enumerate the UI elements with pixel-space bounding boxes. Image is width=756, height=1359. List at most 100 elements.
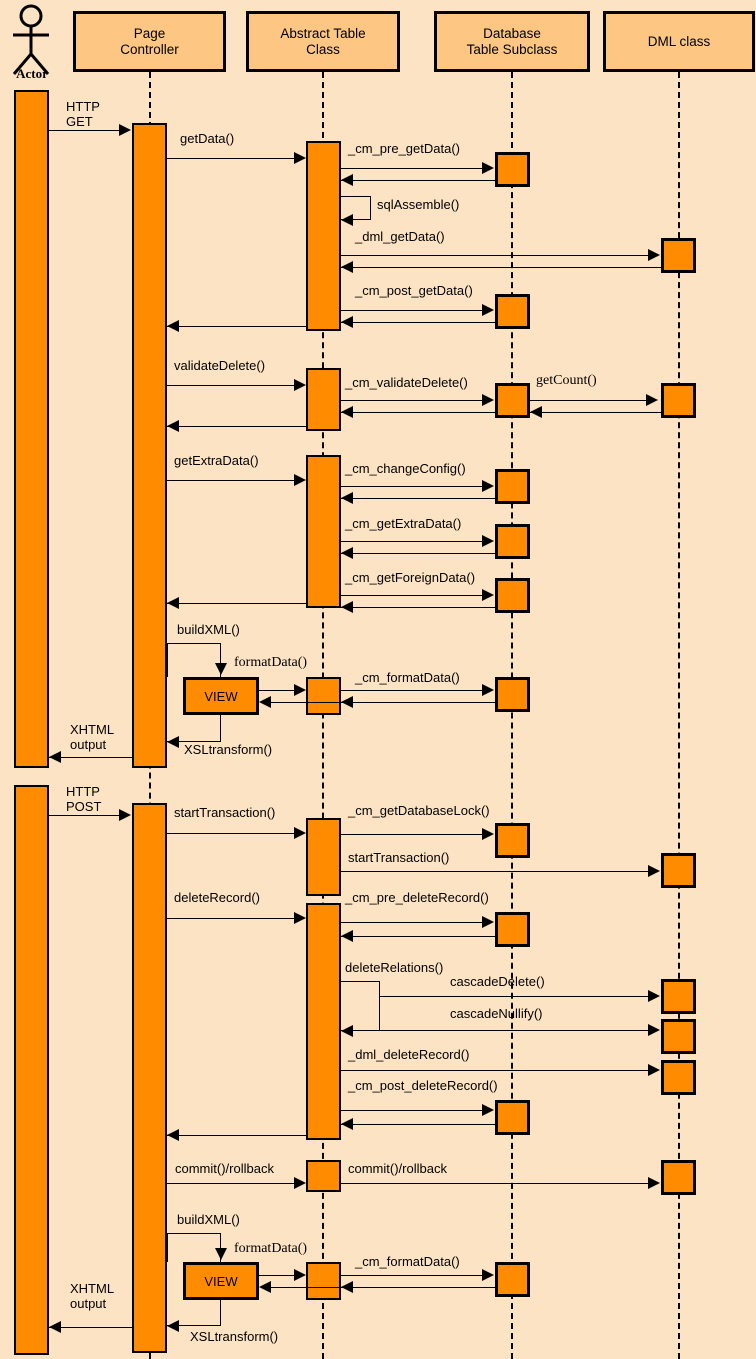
participant-label-page-controller: Page Controller (120, 25, 179, 57)
message-label-dml-deleterecord: _dml_deleteRecord() (348, 1047, 470, 1062)
participant-label-abstract-table-class: Abstract Table Class (280, 25, 366, 57)
message-arrow-formatdata-1 (259, 690, 297, 691)
arrowhead-getdata (294, 152, 306, 164)
activation-abstract-commit (306, 1160, 341, 1192)
message-arrow-cm-changeconfig (341, 486, 484, 487)
arrowhead-starttransaction-2 (648, 865, 660, 877)
participant-abstract-table-class[interactable]: Abstract Table Class (246, 11, 400, 72)
message-arrow-xhtml-output-1 (49, 757, 132, 758)
message-arrow-formatdata-2 (259, 1275, 297, 1276)
arrowhead-cascadedelete (648, 990, 660, 1002)
return-arrow-cm-changeconfig (341, 498, 495, 499)
arrowhead-cm-getdatabaselock (482, 828, 494, 840)
message-label-sqlassemble: sqlAssemble() (377, 197, 460, 212)
message-label-cm-getdatabaselock: _cm_getDatabaseLock() (348, 803, 490, 818)
arrowhead-cascadenullify (648, 1024, 660, 1036)
message-label-cm-pre-deleterecord: _cm_pre_deleteRecord() (345, 890, 489, 905)
return-arrow-cm-formatdata-1 (341, 702, 495, 703)
arrowhead-getextradata (294, 474, 306, 486)
activation-actor-get (14, 90, 49, 768)
activation-dbsub-getextradata (495, 524, 530, 559)
message-label-xhtml-output-2: XHTML output (70, 1281, 115, 1311)
activation-dbsub-pre-deleterecord (495, 912, 530, 947)
view-object-2[interactable]: VIEW (183, 1262, 259, 1300)
activation-dml-getdata (661, 238, 696, 273)
activation-dbsub-post-getdata (495, 294, 530, 329)
activation-dbsub-post-deleterecord (495, 1100, 530, 1135)
arrowhead-return-cm-getextradata (341, 547, 353, 559)
message-label-cm-changeconfig: _cm_changeConfig() (345, 461, 466, 476)
message-arrow-cm-formatdata-1 (341, 690, 484, 691)
message-arrow-commit-rollback-2 (341, 1183, 651, 1184)
participant-dml-class[interactable]: DML class (603, 11, 755, 72)
return-arrow-formatdata-2 (271, 1287, 341, 1288)
message-arrow-dml-getdata (341, 255, 651, 256)
view-object-1[interactable]: VIEW (183, 677, 259, 715)
activation-dbsub-getforeigndata (495, 578, 530, 613)
message-arrow-commit-rollback-1 (167, 1183, 297, 1184)
activation-dbsub-formatdata-1 (495, 677, 530, 712)
message-label-starttransaction-1: startTransaction() (174, 805, 276, 820)
activation-dbsub-getdatabaselock (495, 823, 530, 858)
arrowhead-cm-formatdata-1 (482, 684, 494, 696)
arrowhead-return-formatdata-1 (259, 696, 271, 708)
arrowhead-starttransaction-1 (294, 827, 306, 839)
message-arrow-dml-deleterecord (341, 1070, 651, 1071)
message-arrow-cm-validatedelete (341, 400, 484, 401)
activation-dbsub-formatdata-2 (495, 1262, 530, 1297)
arrowhead-cm-pre-getdata (482, 162, 494, 174)
arrowhead-cm-validatedelete (482, 394, 494, 406)
arrowhead-return-cm-pre-deleterecord (341, 930, 353, 942)
participant-label-actor: Actor (16, 66, 48, 81)
arrowhead-getcount (646, 394, 658, 406)
sequence-diagram-canvas: Actor Page Controller Abstract Table Cla… (0, 0, 756, 1359)
message-arrow-cm-pre-getdata (341, 168, 484, 169)
message-label-commit-rollback-2: commit()/rollback (348, 1161, 447, 1176)
message-arrow-http-get (49, 130, 123, 131)
message-arrow-cascadedelete (380, 996, 651, 997)
activation-dml-cascadedelete (661, 979, 696, 1014)
return-arrow-cm-getforeigndata (341, 607, 495, 608)
return-arrow-cm-pre-deleterecord (341, 936, 495, 937)
activation-page-controller-post (132, 803, 167, 1353)
arrowhead-http-get (119, 124, 131, 136)
message-label-cascadenullify: cascadeNullify() (450, 1006, 543, 1021)
arrowhead-return-deleterecord (167, 1129, 179, 1141)
return-arrow-dml-getdata (341, 267, 661, 268)
return-arrow-cm-pre-getdata (341, 180, 495, 181)
arrowhead-commit-rollback-1 (294, 1177, 306, 1189)
message-arrow-cm-post-getdata (341, 310, 484, 311)
return-arrow-cm-post-getdata (341, 322, 495, 323)
arrowhead-dml-getdata (648, 249, 660, 261)
message-hook-buildxml-2 (167, 1233, 221, 1262)
message-arrow-cm-getforeigndata (341, 595, 484, 596)
arrowhead-return-cm-post-deleterecord (341, 1118, 353, 1130)
activation-dml-starttransaction (661, 853, 696, 888)
arrowhead-cm-pre-deleterecord (482, 916, 494, 928)
message-label-cm-formatdata-1: _cm_formatData() (355, 670, 460, 685)
message-label-getcount: getCount() (536, 373, 597, 388)
participant-database-table-subclass[interactable]: Database Table Subclass (434, 11, 590, 72)
message-arrow-cm-post-deleterecord (341, 1110, 484, 1111)
arrowhead-http-post (119, 809, 131, 821)
selfcall-loop-deleterelations (341, 981, 380, 1031)
arrowhead-cm-post-deleterecord (482, 1104, 494, 1116)
message-hook-buildxml-1 (167, 643, 221, 677)
return-arrow-validatedelete (167, 426, 306, 427)
activation-dbsub-changeconfig (495, 469, 530, 504)
arrowhead-return-validatedelete (167, 420, 179, 432)
arrowhead-commit-rollback-2 (648, 1177, 660, 1189)
return-arrow-cm-post-deleterecord (341, 1124, 495, 1125)
arrowhead-cm-post-getdata (482, 304, 494, 316)
message-arrow-starttransaction-2 (341, 871, 651, 872)
return-arrow-cm-validatedelete (341, 412, 495, 413)
message-arrow-cm-formatdata-2 (341, 1275, 484, 1276)
arrowhead-return-getextradata (167, 597, 179, 609)
message-label-getdata: getData() (180, 131, 235, 146)
participant-page-controller[interactable]: Page Controller (73, 11, 226, 72)
arrowhead-buildxml-2 (215, 1248, 227, 1260)
message-label-formatdata-2: formatData() (234, 1241, 308, 1256)
message-label-cm-validatedelete: _cm_validateDelete() (345, 375, 468, 390)
arrowhead-cm-getextradata (482, 535, 494, 547)
activation-abstract-deleterecord (306, 903, 341, 1140)
